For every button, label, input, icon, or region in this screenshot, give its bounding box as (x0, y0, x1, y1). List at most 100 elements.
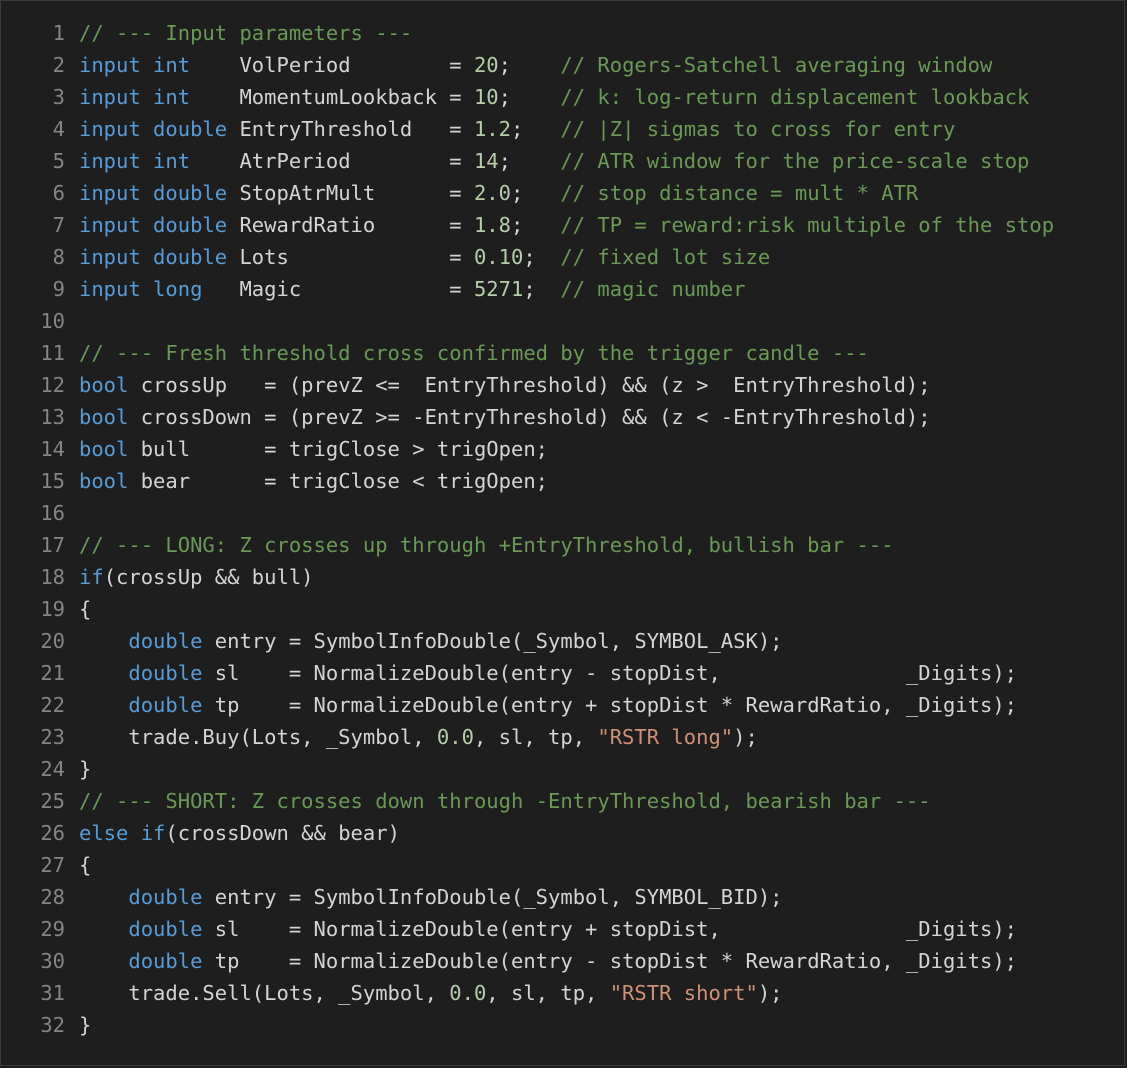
code-line[interactable]: 3 input int MomentumLookback = 10; // k: … (1, 81, 1124, 113)
code-text: } (79, 757, 92, 781)
code-line[interactable]: 28 double entry = SymbolInfoDouble(_Symb… (1, 881, 1124, 913)
number-token: 10 (473, 85, 499, 109)
code-text: { (79, 853, 92, 877)
keyword-token: input int (79, 149, 191, 173)
keyword-token: bool (79, 469, 129, 493)
code-line[interactable]: 1 // --- Input parameters --- (1, 17, 1124, 49)
comment-token: // k: log-return displacement lookback (560, 85, 1030, 109)
line-number: 12 (40, 373, 65, 397)
code-line[interactable]: 7 input double RewardRatio = 1.8; // TP =… (1, 209, 1124, 241)
line-number: 9 (52, 277, 65, 301)
code-content: // --- SHORT: Z crosses down through -En… (65, 785, 1124, 817)
keyword-token: input int (79, 85, 191, 109)
line-number: 24 (40, 757, 65, 781)
code-content: double tp = NormalizeDouble(entry - stop… (65, 945, 1124, 977)
code-line[interactable]: 11 // --- Fresh threshold cross confirmed… (1, 337, 1124, 369)
code-line[interactable]: 2 input int VolPeriod = 20; // Rogers-Sat… (1, 49, 1124, 81)
code-content: // --- Fresh threshold cross confirmed b… (65, 337, 1124, 369)
code-line[interactable]: 9 input long Magic = 5271; // magic numbe… (1, 273, 1124, 305)
code-line[interactable]: 26 else if(crossDown && bear) (1, 817, 1124, 849)
code-content: double sl = NormalizeDouble(entry - stop… (65, 657, 1124, 689)
line-number: 26 (40, 821, 65, 845)
keyword-token: input long (79, 277, 203, 301)
code-content: input int MomentumLookback = 10; // k: l… (65, 81, 1124, 113)
code-content: trade.Buy(Lots, _Symbol, 0.0, sl, tp, "R… (65, 721, 1124, 753)
number-token: 14 (473, 149, 499, 173)
code-line[interactable]: 6 input double StopAtrMult = 2.0; // stop… (1, 177, 1124, 209)
code-line[interactable]: 24} (1, 753, 1124, 785)
code-line[interactable]: 4 input double EntryThreshold = 1.2; // |… (1, 113, 1124, 145)
code-text: , sl, tp, (473, 725, 598, 749)
line-number: 13 (40, 405, 65, 429)
number-token: 0.0 (449, 981, 487, 1005)
code-line[interactable]: 22 double tp = NormalizeDouble(entry + s… (1, 689, 1124, 721)
code-text: ; (498, 85, 561, 109)
code-content: input long Magic = 5271; // magic number (65, 273, 1124, 305)
code-line[interactable]: 18 if(crossUp && bull) (1, 561, 1124, 593)
code-line[interactable]: 12 bool crossUp = (prevZ <= EntryThreshol… (1, 369, 1124, 401)
keyword-token: input double (79, 117, 228, 141)
comment-token: // --- Input parameters --- (79, 21, 413, 45)
string-token: "RSTR long" (597, 725, 734, 749)
code-line[interactable]: 8 input double Lots = 0.10; // fixed lot … (1, 241, 1124, 273)
code-line[interactable]: 16 (1, 497, 1124, 529)
line-number: 22 (40, 693, 65, 717)
keyword-token: input double (79, 213, 228, 237)
code-text: entry = SymbolInfoDouble(_Symbol, SYMBOL… (202, 629, 783, 653)
code-content (65, 497, 1124, 529)
code-line[interactable]: 23 trade.Buy(Lots, _Symbol, 0.0, sl, tp,… (1, 721, 1124, 753)
code-content: trade.Sell(Lots, _Symbol, 0.0, sl, tp, "… (65, 977, 1124, 1009)
line-number: 28 (40, 885, 65, 909)
code-content: // --- LONG: Z crosses up through +Entry… (65, 529, 1124, 561)
comment-token: // --- LONG: Z crosses up through +Entry… (79, 533, 894, 557)
code-text: ; (523, 277, 561, 301)
code-line[interactable]: 14 bool bull = trigClose > trigOpen; (1, 433, 1124, 465)
code-text: sl = NormalizeDouble(entry - stopDist, _… (202, 661, 1018, 685)
comment-token: // TP = reward:risk multiple of the stop (560, 213, 1055, 237)
number-token: 2.0 (473, 181, 511, 205)
code-line[interactable]: 32} (1, 1009, 1124, 1041)
number-token: 5271 (473, 277, 524, 301)
code-text: AtrPeriod = (190, 149, 474, 173)
keyword-token: input int (79, 53, 191, 77)
code-line[interactable]: 30 double tp = NormalizeDouble(entry - s… (1, 945, 1124, 977)
code-content: } (65, 1009, 1124, 1041)
code-content: bool crossUp = (prevZ <= EntryThreshold)… (65, 369, 1124, 401)
code-text: tp = NormalizeDouble(entry + stopDist * … (202, 693, 1018, 717)
code-line[interactable]: 19 { (1, 593, 1124, 625)
comment-token: // Rogers-Satchell averaging window (560, 53, 993, 77)
code-content: input int VolPeriod = 20; // Rogers-Satc… (65, 49, 1124, 81)
line-number: 32 (40, 1013, 65, 1037)
code-content: input double Lots = 0.10; // fixed lot s… (65, 241, 1124, 273)
line-number: 23 (40, 725, 65, 749)
code-text: trade.Sell(Lots, _Symbol, (79, 981, 450, 1005)
code-line[interactable]: 20 double entry = SymbolInfoDouble(_Symb… (1, 625, 1124, 657)
code-line[interactable]: 27 { (1, 849, 1124, 881)
code-line[interactable]: 5 input int AtrPeriod = 14; // ATR window… (1, 145, 1124, 177)
comment-token: // stop distance = mult * ATR (560, 181, 919, 205)
code-content: if(crossUp && bull) (65, 561, 1124, 593)
line-number: 1 (52, 21, 65, 45)
comment-token: // |Z| sigmas to cross for entry (560, 117, 956, 141)
code-content: input double StopAtrMult = 2.0; // stop … (65, 177, 1124, 209)
code-content: double tp = NormalizeDouble(entry + stop… (65, 689, 1124, 721)
code-editor[interactable]: 1 // --- Input parameters --- 2 input int V… (0, 0, 1125, 1066)
code-line[interactable]: 25 // --- SHORT: Z crosses down through -… (1, 785, 1124, 817)
code-line[interactable]: 21 double sl = NormalizeDouble(entry - s… (1, 657, 1124, 689)
keyword-token: bool (79, 405, 129, 429)
code-line[interactable]: 13 bool crossDown = (prevZ >= -EntryThres… (1, 401, 1124, 433)
line-number: 10 (40, 309, 65, 333)
code-line[interactable]: 10 (1, 305, 1124, 337)
code-content: input double RewardRatio = 1.8; // TP = … (65, 209, 1124, 241)
code-line[interactable]: 17 // --- LONG: Z crosses up through +Ent… (1, 529, 1124, 561)
code-line[interactable]: 29 double sl = NormalizeDouble(entry + s… (1, 913, 1124, 945)
code-text: ; (510, 117, 561, 141)
line-number: 21 (40, 661, 65, 685)
code-text: ; (523, 245, 561, 269)
code-line[interactable]: 15 bool bear = trigClose < trigOpen; (1, 465, 1124, 497)
code-line[interactable]: 31 trade.Sell(Lots, _Symbol, 0.0, sl, tp… (1, 977, 1124, 1009)
code-text: ; (510, 213, 561, 237)
